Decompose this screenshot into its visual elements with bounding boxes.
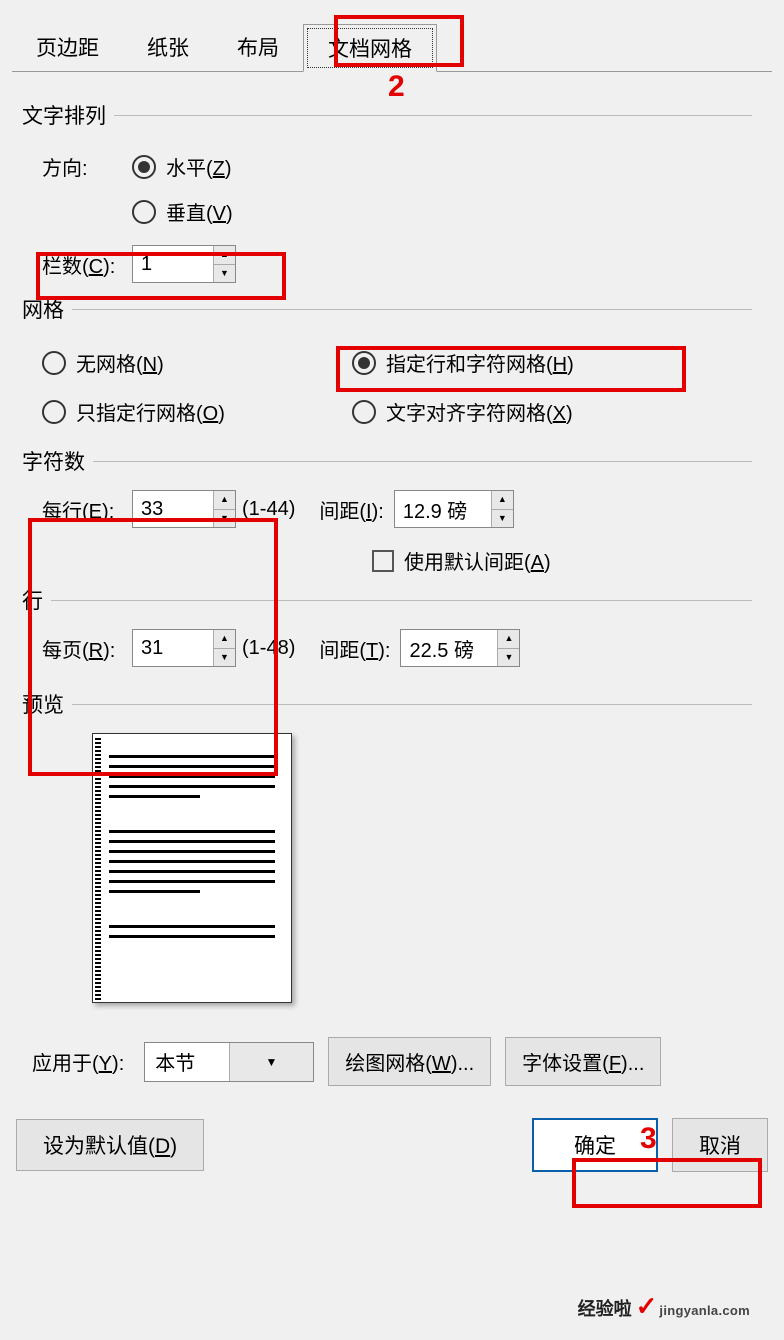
radio-snap-char-grid[interactable]: 文字对齐字符网格(X) (352, 397, 662, 426)
use-default-pitch-checkbox[interactable]: 使用默认间距(A) (372, 546, 752, 575)
tab-bar: 页边距 纸张 布局 文档网格 (12, 24, 772, 72)
page-setup-dialog: 页边距 纸张 布局 文档网格 文字排列 方向: 水平(Z) 垂直(V) 栏数(C… (0, 0, 784, 1340)
set-default-button[interactable]: 设为默认值(D) (16, 1119, 204, 1171)
line-pitch-label: 间距(T): (319, 634, 390, 663)
chars-per-line-label: 每行(E): (42, 495, 132, 524)
tab-margins[interactable]: 页边距 (12, 24, 123, 71)
spin-up-icon[interactable]: ▲ (498, 630, 519, 649)
line-pitch-spinner[interactable]: ▲ ▼ (400, 629, 520, 667)
lines-per-page-spinner[interactable]: ▲ ▼ (132, 629, 236, 667)
spin-up-icon[interactable]: ▲ (492, 491, 513, 510)
radio-dot-icon (352, 351, 376, 375)
direction-label: 方向: (42, 152, 132, 181)
font-settings-button[interactable]: 字体设置(F)... (505, 1037, 661, 1086)
spin-down-icon[interactable]: ▼ (492, 510, 513, 528)
lines-per-page-input[interactable] (133, 630, 213, 666)
columns-input[interactable] (133, 246, 213, 282)
section-chars: 字符数 (22, 446, 752, 476)
apply-to-value: 本节 (145, 1047, 229, 1076)
radio-circle-icon (132, 200, 156, 224)
chevron-down-icon[interactable]: ▼ (229, 1043, 314, 1081)
char-pitch-spinner[interactable]: ▲ ▼ (394, 490, 514, 528)
chars-per-line-spinner[interactable]: ▲ ▼ (132, 490, 236, 528)
spin-down-icon[interactable]: ▼ (214, 649, 235, 667)
apply-to-select[interactable]: 本节 ▼ (144, 1042, 314, 1082)
radio-circle-icon (42, 351, 66, 375)
radio-horizontal[interactable]: 水平(Z) (132, 152, 232, 181)
tab-document-grid[interactable]: 文档网格 (303, 24, 437, 72)
lines-range: (1-48) (242, 637, 295, 660)
preview-page-icon (92, 733, 292, 1003)
section-lines: 行 (22, 585, 752, 615)
char-pitch-label: 间距(I): (319, 495, 383, 524)
preview-area (92, 733, 752, 1003)
char-pitch-input[interactable] (395, 491, 491, 527)
radio-no-grid[interactable]: 无网格(N) (42, 348, 352, 377)
radio-line-and-char-grid[interactable]: 指定行和字符网格(H) (352, 348, 662, 377)
chars-range: (1-44) (242, 498, 295, 521)
watermark: 经验啦✓ jingyanla.com (578, 1291, 750, 1322)
radio-vertical[interactable]: 垂直(V) (132, 197, 233, 226)
spin-down-icon[interactable]: ▼ (214, 510, 235, 528)
columns-label: 栏数(C): (42, 250, 132, 279)
radio-line-grid-only[interactable]: 只指定行网格(O) (42, 397, 352, 426)
section-grid: 网格 (22, 294, 752, 324)
radio-dot-icon (132, 155, 156, 179)
spin-up-icon[interactable]: ▲ (214, 630, 235, 649)
apply-to-label: 应用于(Y): (32, 1047, 124, 1076)
checkbox-icon (372, 550, 394, 572)
radio-circle-icon (352, 400, 376, 424)
spin-down-icon[interactable]: ▼ (498, 649, 519, 667)
cancel-button[interactable]: 取消 (672, 1118, 768, 1172)
spin-up-icon[interactable]: ▲ (214, 491, 235, 510)
columns-spinner[interactable]: ▲ ▼ (132, 245, 236, 283)
section-preview: 预览 (22, 689, 752, 719)
section-text-arrange: 文字排列 (22, 100, 752, 130)
spin-down-icon[interactable]: ▼ (214, 265, 235, 283)
drawing-grid-button[interactable]: 绘图网格(W)... (328, 1037, 491, 1086)
line-pitch-input[interactable] (401, 630, 497, 666)
spin-up-icon[interactable]: ▲ (214, 246, 235, 265)
tab-paper[interactable]: 纸张 (123, 24, 213, 71)
lines-per-page-label: 每页(R): (42, 634, 132, 663)
tab-layout[interactable]: 布局 (213, 24, 303, 71)
ok-button[interactable]: 确定 (532, 1118, 658, 1172)
radio-circle-icon (42, 400, 66, 424)
tab-panel: 文字排列 方向: 水平(Z) 垂直(V) 栏数(C): ▲ ▼ (12, 72, 772, 1086)
chars-per-line-input[interactable] (133, 491, 213, 527)
